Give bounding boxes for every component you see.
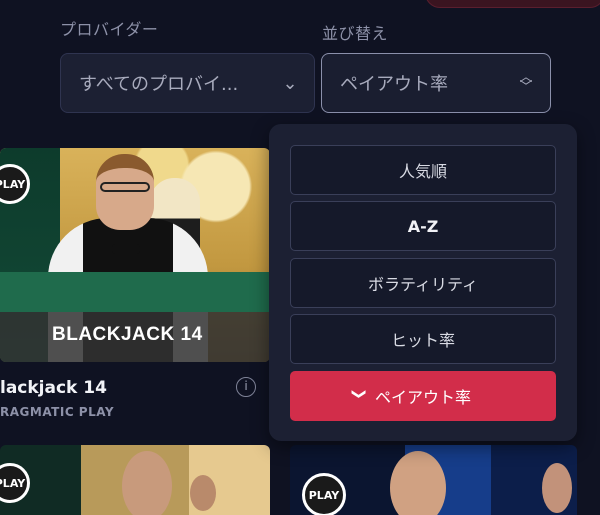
sort-option-payout-rate[interactable]: ❯ ペイアウト率 (290, 371, 556, 421)
sort-select-value: ペイアウト率 (340, 74, 448, 95)
glasses (100, 182, 150, 192)
chevron-down-icon: ⌄ (282, 72, 298, 94)
dealer-head (96, 154, 154, 230)
play-badge: PLAY (302, 473, 346, 515)
game-image-caption: BLACKJACK 14 (0, 312, 270, 362)
sort-option-label: ペイアウト率 (374, 388, 471, 407)
sort-option-label: 人気順 (398, 162, 447, 181)
game-image-title: BLACKJACK 14 (52, 324, 203, 345)
game-card-image[interactable]: PLAY (290, 445, 577, 515)
sort-option-hit-rate[interactable]: ヒット率 (290, 314, 556, 364)
dealer-figure (542, 463, 572, 513)
game-title[interactable]: lackjack 14 (0, 378, 107, 398)
sort-select[interactable]: ペイアウト率 ︿ ﹀ (321, 53, 551, 113)
top-action-pill[interactable] (425, 0, 600, 8)
provider-select[interactable]: すべてのプロバイ... ⌄ (60, 53, 315, 113)
table-surface (0, 272, 270, 312)
game-card-image[interactable]: BLACKJACK 14 PLAY (0, 148, 270, 362)
game-provider: RAGMATIC PLAY (0, 405, 115, 419)
dealer-figure (390, 451, 446, 515)
bow-tie (112, 244, 140, 254)
sort-option-volatility[interactable]: ボラティリティ (290, 258, 556, 308)
sort-option-label: ボラティリティ (367, 275, 479, 294)
sort-option-popular[interactable]: 人気順 (290, 145, 556, 195)
sort-updown-icon: ︿ ﹀ (519, 70, 533, 95)
sort-label: 並び替え (322, 24, 389, 43)
chevron-down-icon: ❯ (350, 388, 367, 400)
dealer-figure (190, 475, 216, 511)
provider-select-value: すべてのプロバイ... (79, 74, 239, 95)
sort-option-az[interactable]: A-Z (290, 201, 556, 251)
dealer-figure (122, 451, 172, 515)
sort-dropdown-menu: 人気順 A-Z ボラティリティ ヒット率 ❯ ペイアウト率 (269, 124, 577, 441)
game-card-image[interactable]: PLAY (0, 445, 270, 515)
sort-option-label: A-Z (407, 216, 439, 236)
sort-option-label: ヒット率 (390, 331, 455, 350)
play-badge: PLAY (0, 463, 30, 503)
info-icon[interactable]: i (236, 377, 256, 397)
provider-label: プロバイダー (60, 20, 159, 39)
